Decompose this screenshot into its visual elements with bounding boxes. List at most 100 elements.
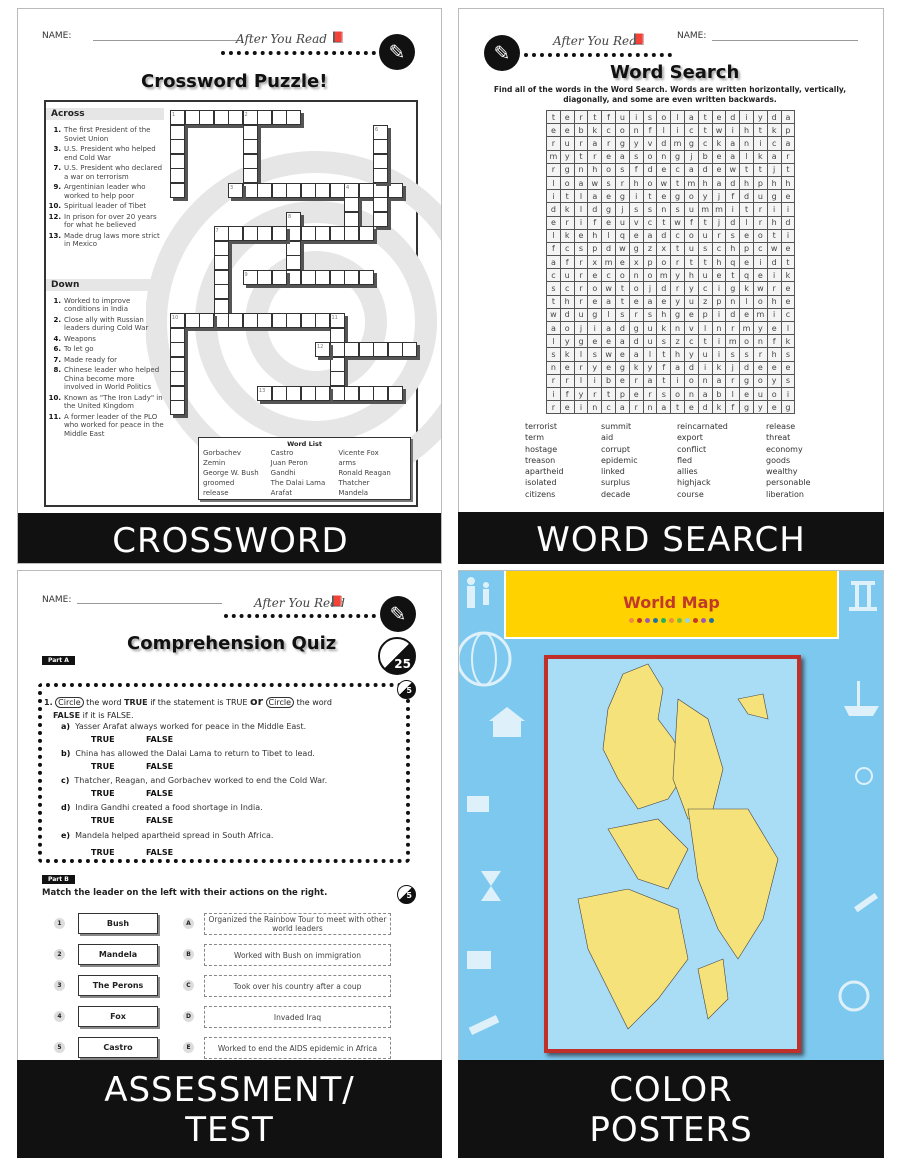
grid-letter[interactable]: n [683,386,699,402]
grid-letter[interactable]: e [780,360,796,375]
crossword-cell[interactable] [329,385,345,401]
grid-letter[interactable]: e [683,307,699,323]
grid-letter[interactable]: r [628,307,644,323]
grid-letter[interactable]: k [752,149,768,164]
grid-letter[interactable]: k [711,136,727,151]
grid-letter[interactable]: o [601,162,616,177]
grid-letter[interactable]: d [656,228,672,243]
grid-letter[interactable]: i [546,189,561,204]
grid-letter[interactable]: r [546,136,561,151]
grid-letter[interactable]: n [656,202,672,217]
grid-letter[interactable]: e [628,294,644,309]
grid-letter[interactable]: n [711,320,727,336]
grid-letter[interactable]: t [546,294,561,309]
grid-letter[interactable]: h [766,175,782,191]
grid-letter[interactable]: o [683,189,699,204]
crossword-cell[interactable] [271,110,287,125]
grid-letter[interactable]: a [573,175,589,191]
grid-letter[interactable]: l [573,347,589,362]
grid-letter[interactable]: s [780,373,796,388]
grid-letter[interactable]: c [559,281,575,296]
grid-letter[interactable]: w [587,175,603,191]
grid-letter[interactable]: s [587,347,603,362]
grid-letter[interactable]: l [573,373,589,388]
false-option[interactable]: FALSE [146,789,173,798]
grid-letter[interactable]: u [614,109,630,125]
crossword-cell[interactable] [286,110,301,125]
grid-letter[interactable]: l [546,228,561,243]
grid-letter[interactable]: t [614,294,630,309]
grid-letter[interactable]: f [725,400,741,415]
grid-letter[interactable]: c [683,334,699,349]
grid-letter[interactable]: s [656,386,672,402]
grid-letter[interactable]: a [683,109,699,125]
grid-letter[interactable]: y [752,320,768,336]
crossword-cell[interactable] [373,342,388,357]
action-box[interactable]: Worked with Bush on immigration [204,944,391,966]
crossword-cell[interactable] [170,371,185,386]
grid-letter[interactable]: r [711,228,727,243]
grid-letter[interactable]: z [670,334,685,349]
grid-letter[interactable]: m [711,202,727,217]
grid-letter[interactable]: e [601,334,616,349]
grid-letter[interactable]: o [559,320,575,336]
grid-letter[interactable]: d [656,281,672,296]
grid-letter[interactable]: u [683,241,699,257]
grid-letter[interactable]: h [725,241,741,257]
grid-letter[interactable]: g [614,136,630,151]
grid-letter[interactable]: m [739,320,754,336]
crossword-cell[interactable] [213,298,229,314]
grid-letter[interactable]: r [587,386,603,402]
grid-letter[interactable]: d [697,400,713,415]
grid-letter[interactable]: a [601,294,616,309]
crossword-cell[interactable] [242,124,258,140]
grid-letter[interactable]: e [711,162,727,177]
crossword-cell[interactable] [329,327,345,343]
grid-letter[interactable]: i [780,386,796,402]
grid-letter[interactable]: j [711,215,727,230]
grid-letter[interactable]: a [587,136,603,151]
grid-letter[interactable]: t [697,215,713,230]
grid-letter[interactable]: i [546,386,561,402]
grid-letter[interactable]: l [725,386,741,402]
crossword-cell[interactable] [213,284,229,299]
grid-letter[interactable]: w [546,307,561,323]
crossword-cell[interactable] [170,356,185,372]
grid-letter[interactable]: h [587,162,603,177]
grid-letter[interactable]: m [546,149,561,164]
grid-letter[interactable]: a [601,320,616,336]
crossword-cell[interactable] [286,182,301,198]
grid-letter[interactable]: g [628,241,644,257]
crossword-cell[interactable] [344,197,359,212]
grid-letter[interactable]: y [683,347,699,362]
grid-letter[interactable]: e [780,294,796,309]
crossword-cell[interactable] [184,110,200,125]
grid-letter[interactable]: d [697,162,713,177]
grid-letter[interactable]: n [739,136,754,151]
grid-letter[interactable]: v [642,136,658,151]
crossword-cell[interactable] [242,139,258,154]
grid-letter[interactable]: s [628,149,644,164]
crossword-cell[interactable] [358,385,374,401]
grid-letter[interactable]: i [628,189,644,204]
grid-letter[interactable]: i [711,334,727,349]
grid-letter[interactable]: e [656,162,672,177]
crossword-cell[interactable]: 6 [373,124,388,140]
grid-letter[interactable]: d [725,307,741,323]
grid-letter[interactable]: o [614,268,630,283]
grid-letter[interactable]: f [587,215,603,230]
grid-letter[interactable]: e [559,360,575,375]
grid-letter[interactable]: o [683,373,699,388]
crossword-cell[interactable] [315,226,330,241]
grid-letter[interactable]: e [711,109,727,125]
grid-letter[interactable]: t [780,255,796,270]
grid-letter[interactable]: l [780,320,796,336]
grid-letter[interactable]: s [780,347,796,362]
grid-letter[interactable]: r [725,373,741,388]
grid-letter[interactable]: l [601,228,616,243]
grid-letter[interactable]: r [559,373,575,388]
grid-letter[interactable]: g [766,189,782,204]
grid-letter[interactable]: d [601,241,616,257]
grid-letter[interactable]: a [780,136,796,151]
grid-letter[interactable]: u [697,268,713,283]
